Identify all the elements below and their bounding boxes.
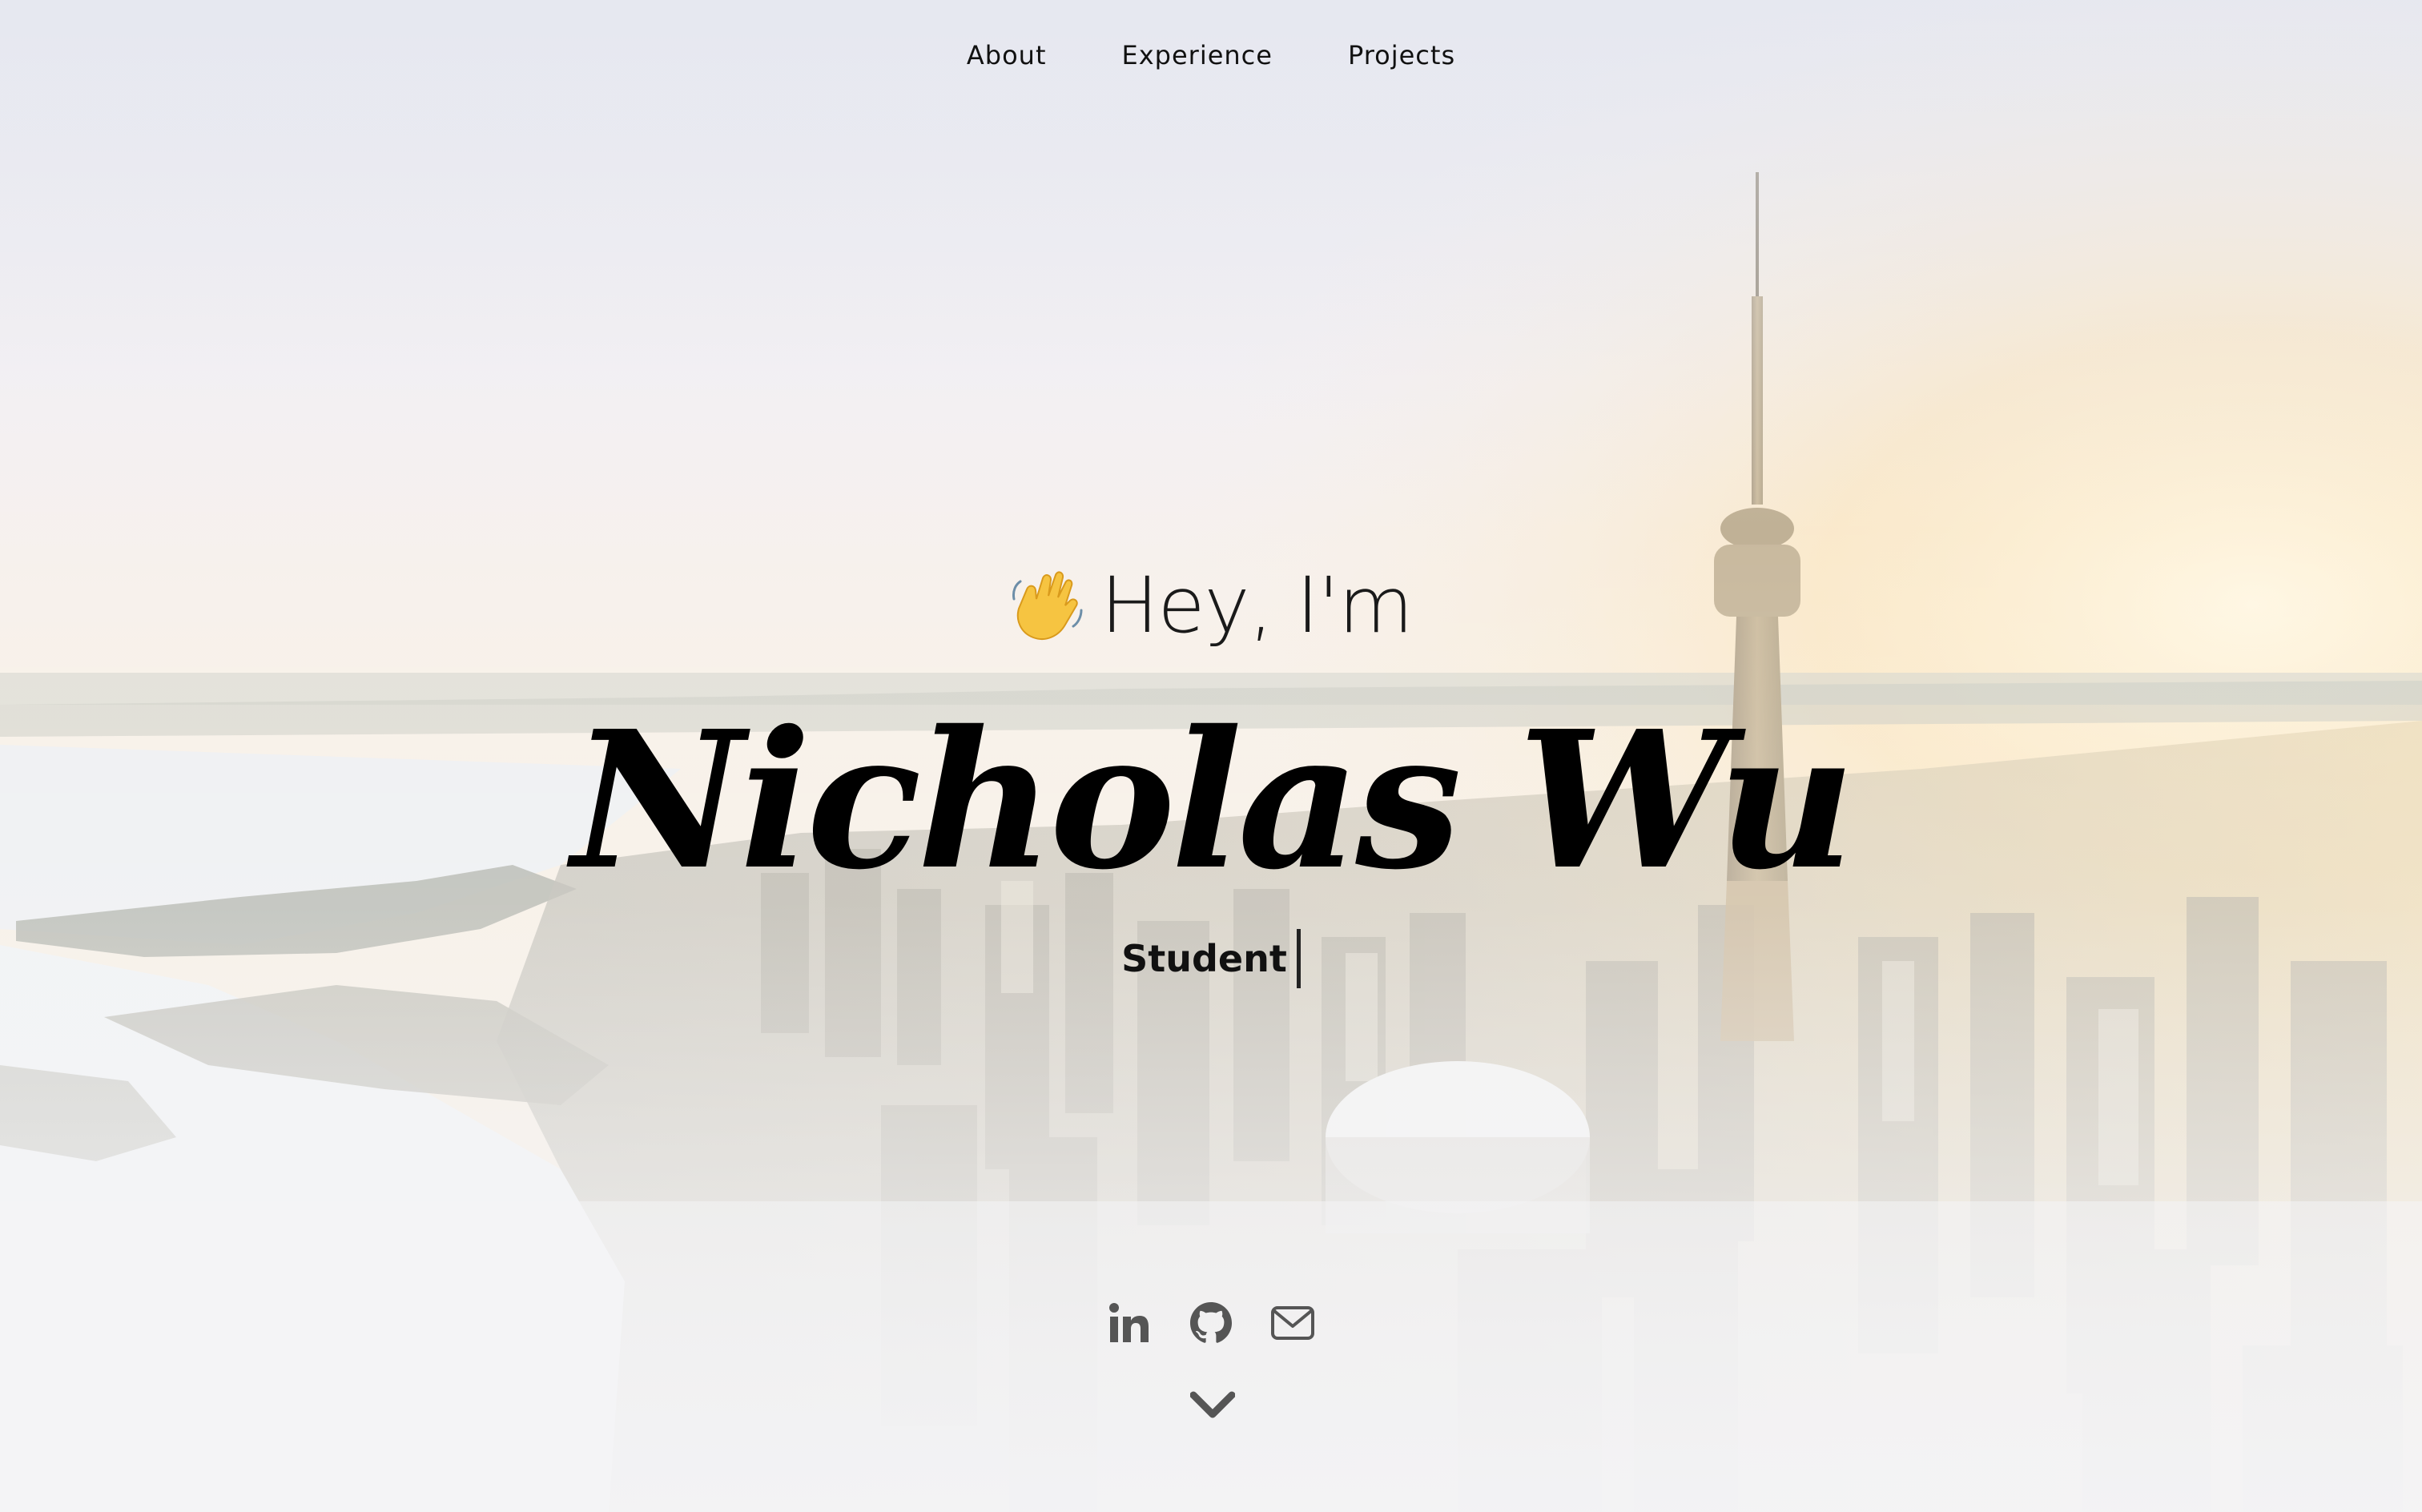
scroll-down-button[interactable] — [1190, 1390, 1235, 1419]
chevron-down-icon — [1190, 1391, 1235, 1418]
nav-link-experience[interactable]: Experience — [1122, 32, 1273, 78]
hero-name: Nicholas Wu — [571, 689, 1856, 911]
waving-hand-icon — [1012, 571, 1083, 640]
mail-icon — [1271, 1306, 1314, 1340]
nav-link-projects[interactable]: Projects — [1348, 32, 1455, 78]
github-link[interactable] — [1189, 1301, 1233, 1345]
github-icon — [1190, 1302, 1232, 1343]
role-text: Student — [1121, 937, 1287, 980]
greeting-text: Hey, I'm — [1100, 561, 1413, 650]
email-link[interactable] — [1270, 1301, 1315, 1345]
typing-cursor — [1296, 929, 1301, 988]
nav-link-about[interactable]: About — [967, 32, 1047, 78]
hero-role: Student — [0, 929, 2422, 988]
linkedin-icon — [1109, 1303, 1149, 1342]
linkedin-link[interactable] — [1107, 1301, 1152, 1345]
hero-greeting: Hey, I'm — [0, 561, 2422, 650]
top-navigation: About Experience Projects — [0, 32, 2422, 78]
social-links — [0, 1301, 2422, 1345]
